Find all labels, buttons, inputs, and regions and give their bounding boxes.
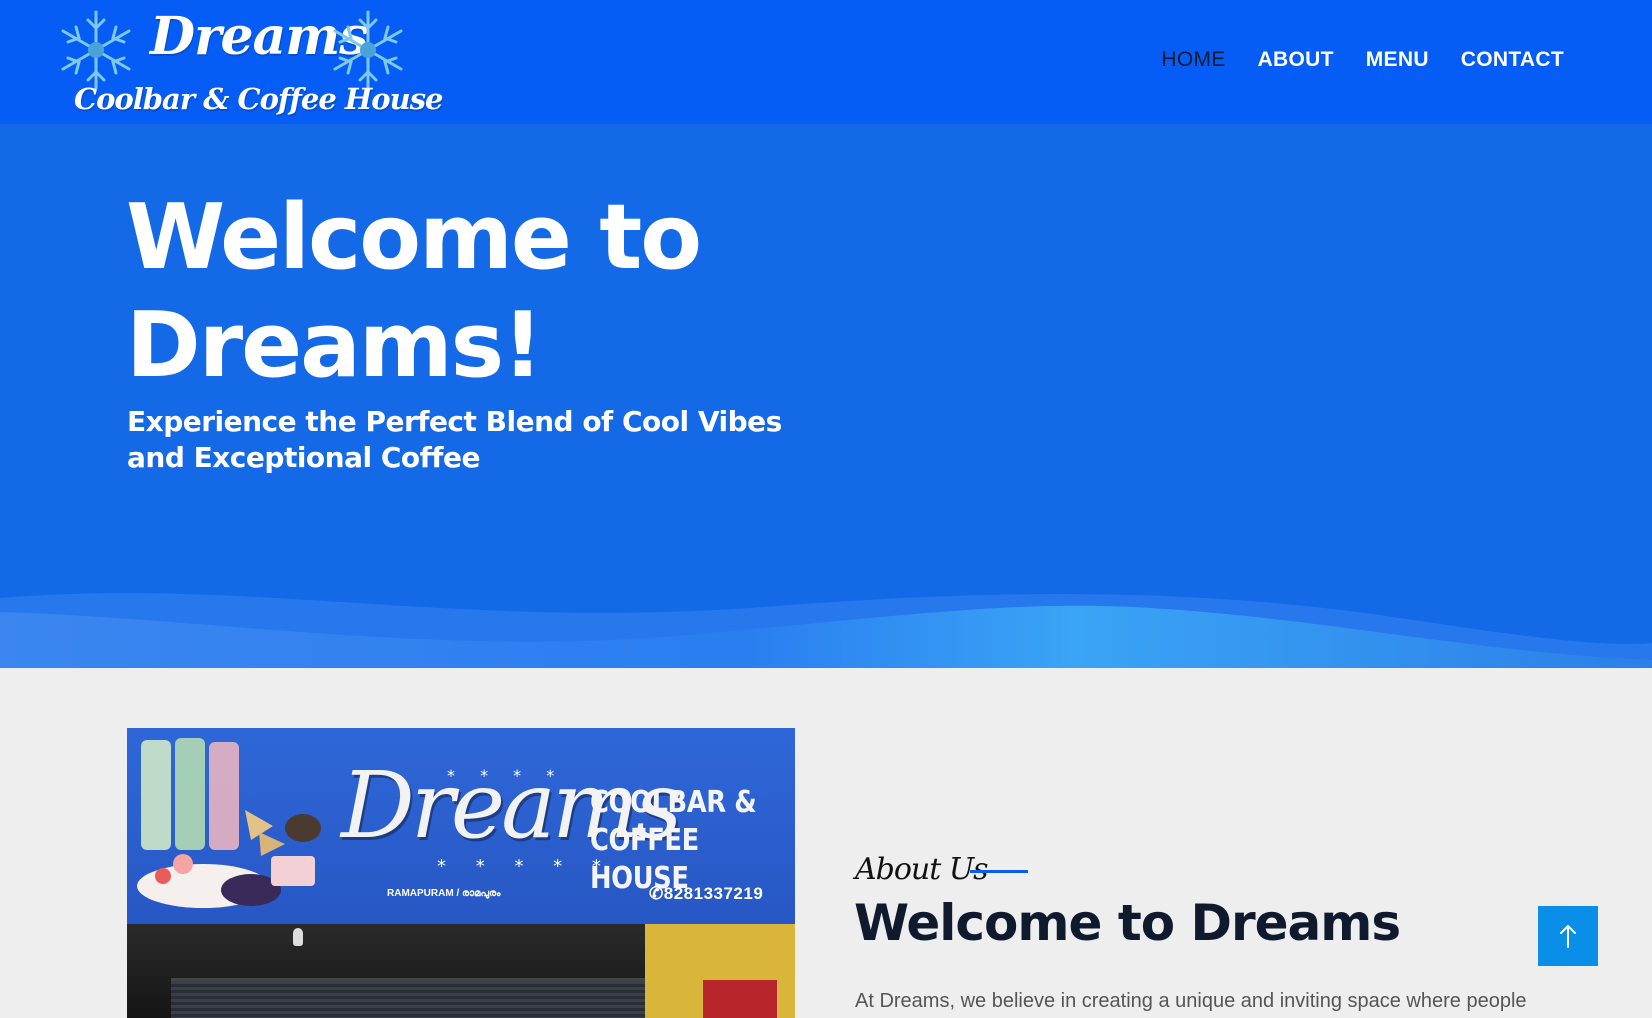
sign-location: RAMAPURAM / രാമപുരം: [387, 888, 501, 899]
shutter: [171, 978, 661, 1018]
hero-section: Welcome to Dreams! Experience the Perfec…: [0, 124, 1652, 668]
nav-menu[interactable]: MENU: [1366, 48, 1429, 72]
hero-title-line2: Dreams!: [126, 293, 543, 398]
arrow-up-icon: [1560, 925, 1576, 948]
snowflake-icon: [333, 10, 403, 90]
hero-subtitle-line2: and Exceptional Coffee: [127, 441, 480, 474]
site-logo[interactable]: Dreams Coolbar & Coffee House: [54, 6, 443, 122]
nav-contact[interactable]: CONTACT: [1461, 48, 1564, 72]
nav-about[interactable]: ABOUT: [1258, 48, 1334, 72]
hero-wave-decoration: [0, 593, 1652, 668]
logo-tagline: Coolbar & Coffee House: [74, 82, 443, 116]
shop-front: [127, 924, 795, 1018]
storefront-photo: * * * * Dreams * * * * * COOLBAR & COFFE…: [127, 728, 795, 1018]
about-label-underline: [970, 870, 1028, 873]
snowflake-icon: [61, 10, 131, 90]
about-label: About Us: [855, 852, 989, 887]
sign-stars-lower: * * * * *: [437, 856, 613, 877]
nav-home[interactable]: HOME: [1161, 48, 1225, 72]
bulb: [293, 928, 303, 946]
hero-title-line1: Welcome to: [126, 185, 702, 290]
hero-title: Welcome to Dreams!: [126, 184, 826, 400]
hero-subtitle-line1: Experience the Perfect Blend of Cool Vib…: [127, 405, 782, 438]
food-drinks-graphic: [137, 738, 321, 908]
main-nav: HOME ABOUT MENU CONTACT: [1161, 48, 1564, 72]
about-text: At Dreams, we believe in creating a uniq…: [855, 990, 1527, 1012]
site-header: Dreams Coolbar & Coffee House HOME ABOUT…: [0, 0, 1652, 124]
sign-line1: COOLBAR &: [590, 785, 757, 820]
hero-subtitle: Experience the Perfect Blend of Cool Vib…: [127, 404, 807, 476]
red-board: [703, 980, 777, 1018]
sign-phone: ✆8281337219: [649, 884, 764, 903]
sign-business-name: COOLBAR & COFFEE HOUSE: [590, 784, 766, 898]
shop-signboard: * * * * Dreams * * * * * COOLBAR & COFFE…: [127, 728, 795, 924]
about-title: Welcome to Dreams: [854, 894, 1401, 952]
scroll-top-button[interactable]: [1538, 906, 1598, 966]
